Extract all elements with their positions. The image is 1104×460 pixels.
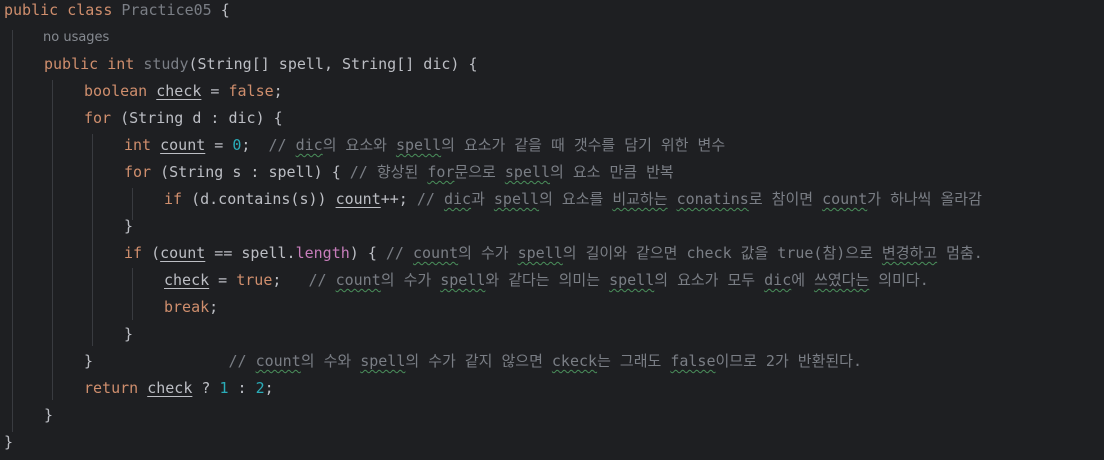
code-comment: // count의 수와 spell의 수가 같지 않으면 ckeck는 그래도… [228, 352, 863, 370]
code-line[interactable]: } // count의 수와 spell의 수가 같지 않으면 ckeck는 그… [84, 348, 862, 375]
code-comment: // dic과 spell의 요소를 비교하는 conatins로 참이면 co… [416, 190, 982, 208]
code-line[interactable]: break; [164, 294, 218, 321]
code-line[interactable]: for (String s : spell) { // 향상된 for문으로 s… [124, 159, 674, 186]
indent-guide [132, 268, 133, 320]
code-editor[interactable]: public class Practice05 { no usages publ… [0, 0, 1104, 460]
code-line[interactable]: public class Practice05 { [4, 0, 230, 24]
code-comment: // count의 수가 spell와 같다는 의미는 spell의 요소가 모… [308, 271, 929, 289]
code-comment: // 향상된 for문으로 spell의 요소 만큼 반복 [349, 163, 674, 181]
indent-guide [52, 80, 53, 400]
code-line[interactable]: if (count == spell.length) { // count의 수… [124, 240, 983, 267]
code-comment: // count의 수가 spell의 길이와 같으면 check 값을 tru… [385, 244, 983, 262]
code-line[interactable]: if (d.contains(s)) count++; // dic과 spel… [164, 186, 982, 213]
code-line[interactable]: int count = 0; // dic의 요소와 spell의 요소가 같을… [124, 132, 725, 159]
code-line[interactable]: } [124, 213, 133, 240]
usages-hint[interactable]: no usages [43, 27, 109, 49]
code-line[interactable]: check = true; // count의 수가 spell와 같다는 의미… [164, 267, 929, 294]
method-name: study [143, 55, 189, 73]
code-line[interactable]: } [124, 321, 133, 348]
code-line[interactable]: } [44, 402, 53, 429]
indent-guide [92, 134, 93, 346]
code-line[interactable]: } [4, 429, 13, 456]
code-line[interactable]: public int study(String[] spell, String[… [44, 51, 477, 78]
code-line[interactable]: boolean check = false; [84, 78, 283, 105]
indent-guide [12, 30, 13, 432]
code-line[interactable]: for (String d : dic) { [84, 105, 283, 132]
code-comment: // dic의 요소와 spell의 요소가 같을 때 갯수를 담기 위한 변수 [268, 136, 726, 154]
code-line[interactable]: return check ? 1 : 2; [84, 375, 274, 402]
class-name: Practice05 [121, 1, 212, 19]
